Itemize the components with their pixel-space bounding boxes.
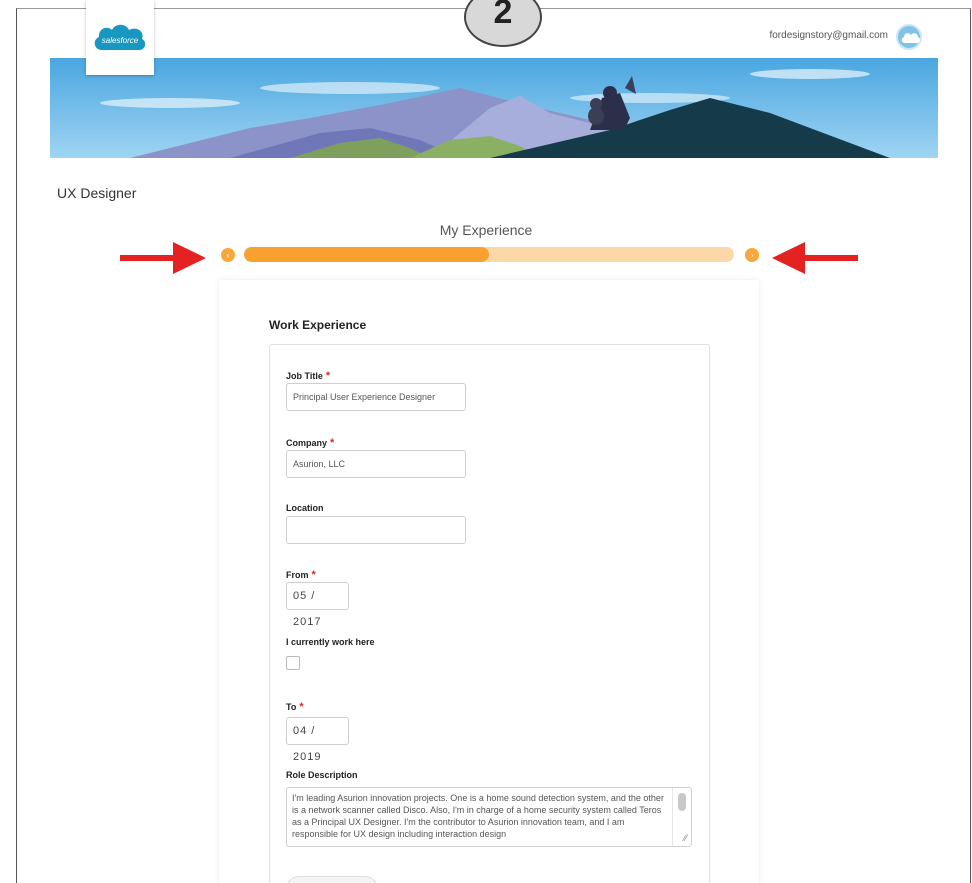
salesforce-logo-text: salesforce bbox=[101, 36, 139, 45]
user-avatar[interactable] bbox=[896, 24, 922, 50]
progress-bar-fill bbox=[244, 247, 489, 262]
currently-work-here-checkbox[interactable] bbox=[286, 656, 300, 670]
user-email[interactable]: fordesignstory@gmail.com bbox=[769, 30, 888, 41]
salesforce-logo[interactable]: salesforce bbox=[86, 0, 154, 75]
textarea-scrollbar-thumb[interactable] bbox=[678, 793, 686, 811]
progress-next-button[interactable]: › bbox=[745, 248, 759, 262]
annotation-arrow-left bbox=[772, 242, 858, 274]
header-banner bbox=[50, 58, 938, 158]
from-label: From * bbox=[286, 569, 316, 581]
work-experience-form: Job Title * Principal User Experience Des… bbox=[269, 344, 710, 883]
section-title: Work Experience bbox=[269, 318, 367, 332]
progress-prev-button[interactable]: ‹ bbox=[221, 248, 235, 262]
role-description-textarea[interactable]: I'm leading Asurion innovation projects.… bbox=[286, 787, 692, 847]
location-label: Location bbox=[286, 503, 324, 513]
location-input[interactable] bbox=[286, 516, 466, 544]
mountain-landscape-illustration bbox=[50, 58, 938, 158]
currently-work-here-label: I currently work here bbox=[286, 637, 375, 647]
required-marker: * bbox=[325, 370, 331, 382]
annotation-arrow-right bbox=[120, 242, 206, 274]
company-label: Company * bbox=[286, 437, 335, 449]
chevron-left-icon: ‹ bbox=[226, 250, 230, 260]
progress-step-label: My Experience bbox=[439, 222, 533, 238]
textarea-scrollbar-track bbox=[672, 788, 673, 846]
to-date-input[interactable]: 04 / 2019 bbox=[286, 717, 349, 763]
required-marker: * bbox=[299, 701, 304, 713]
to-label: To * bbox=[286, 701, 304, 713]
step-number-badge: 2 bbox=[464, 0, 542, 47]
role-description-text: I'm leading Asurion innovation projects.… bbox=[292, 793, 664, 839]
chevron-right-icon: › bbox=[750, 250, 754, 260]
cloud-avatar-icon bbox=[901, 33, 921, 43]
save-button[interactable] bbox=[286, 876, 378, 883]
required-marker: * bbox=[311, 569, 316, 581]
form-card: Work Experience Job Title * Principal Use… bbox=[219, 280, 759, 883]
company-input[interactable]: Asurion, LLC bbox=[286, 450, 466, 478]
from-date-input[interactable]: 05 / 2017 bbox=[286, 582, 349, 628]
page-title: UX Designer bbox=[57, 185, 137, 201]
progress-bar bbox=[244, 247, 734, 262]
required-marker: * bbox=[330, 437, 335, 449]
job-title-label: Job Title * bbox=[286, 370, 331, 382]
role-description-label: Role Description bbox=[286, 770, 358, 780]
job-title-input[interactable]: Principal User Experience Designer bbox=[286, 383, 466, 411]
resize-handle-icon[interactable]: ⁄⁄ bbox=[684, 832, 687, 844]
